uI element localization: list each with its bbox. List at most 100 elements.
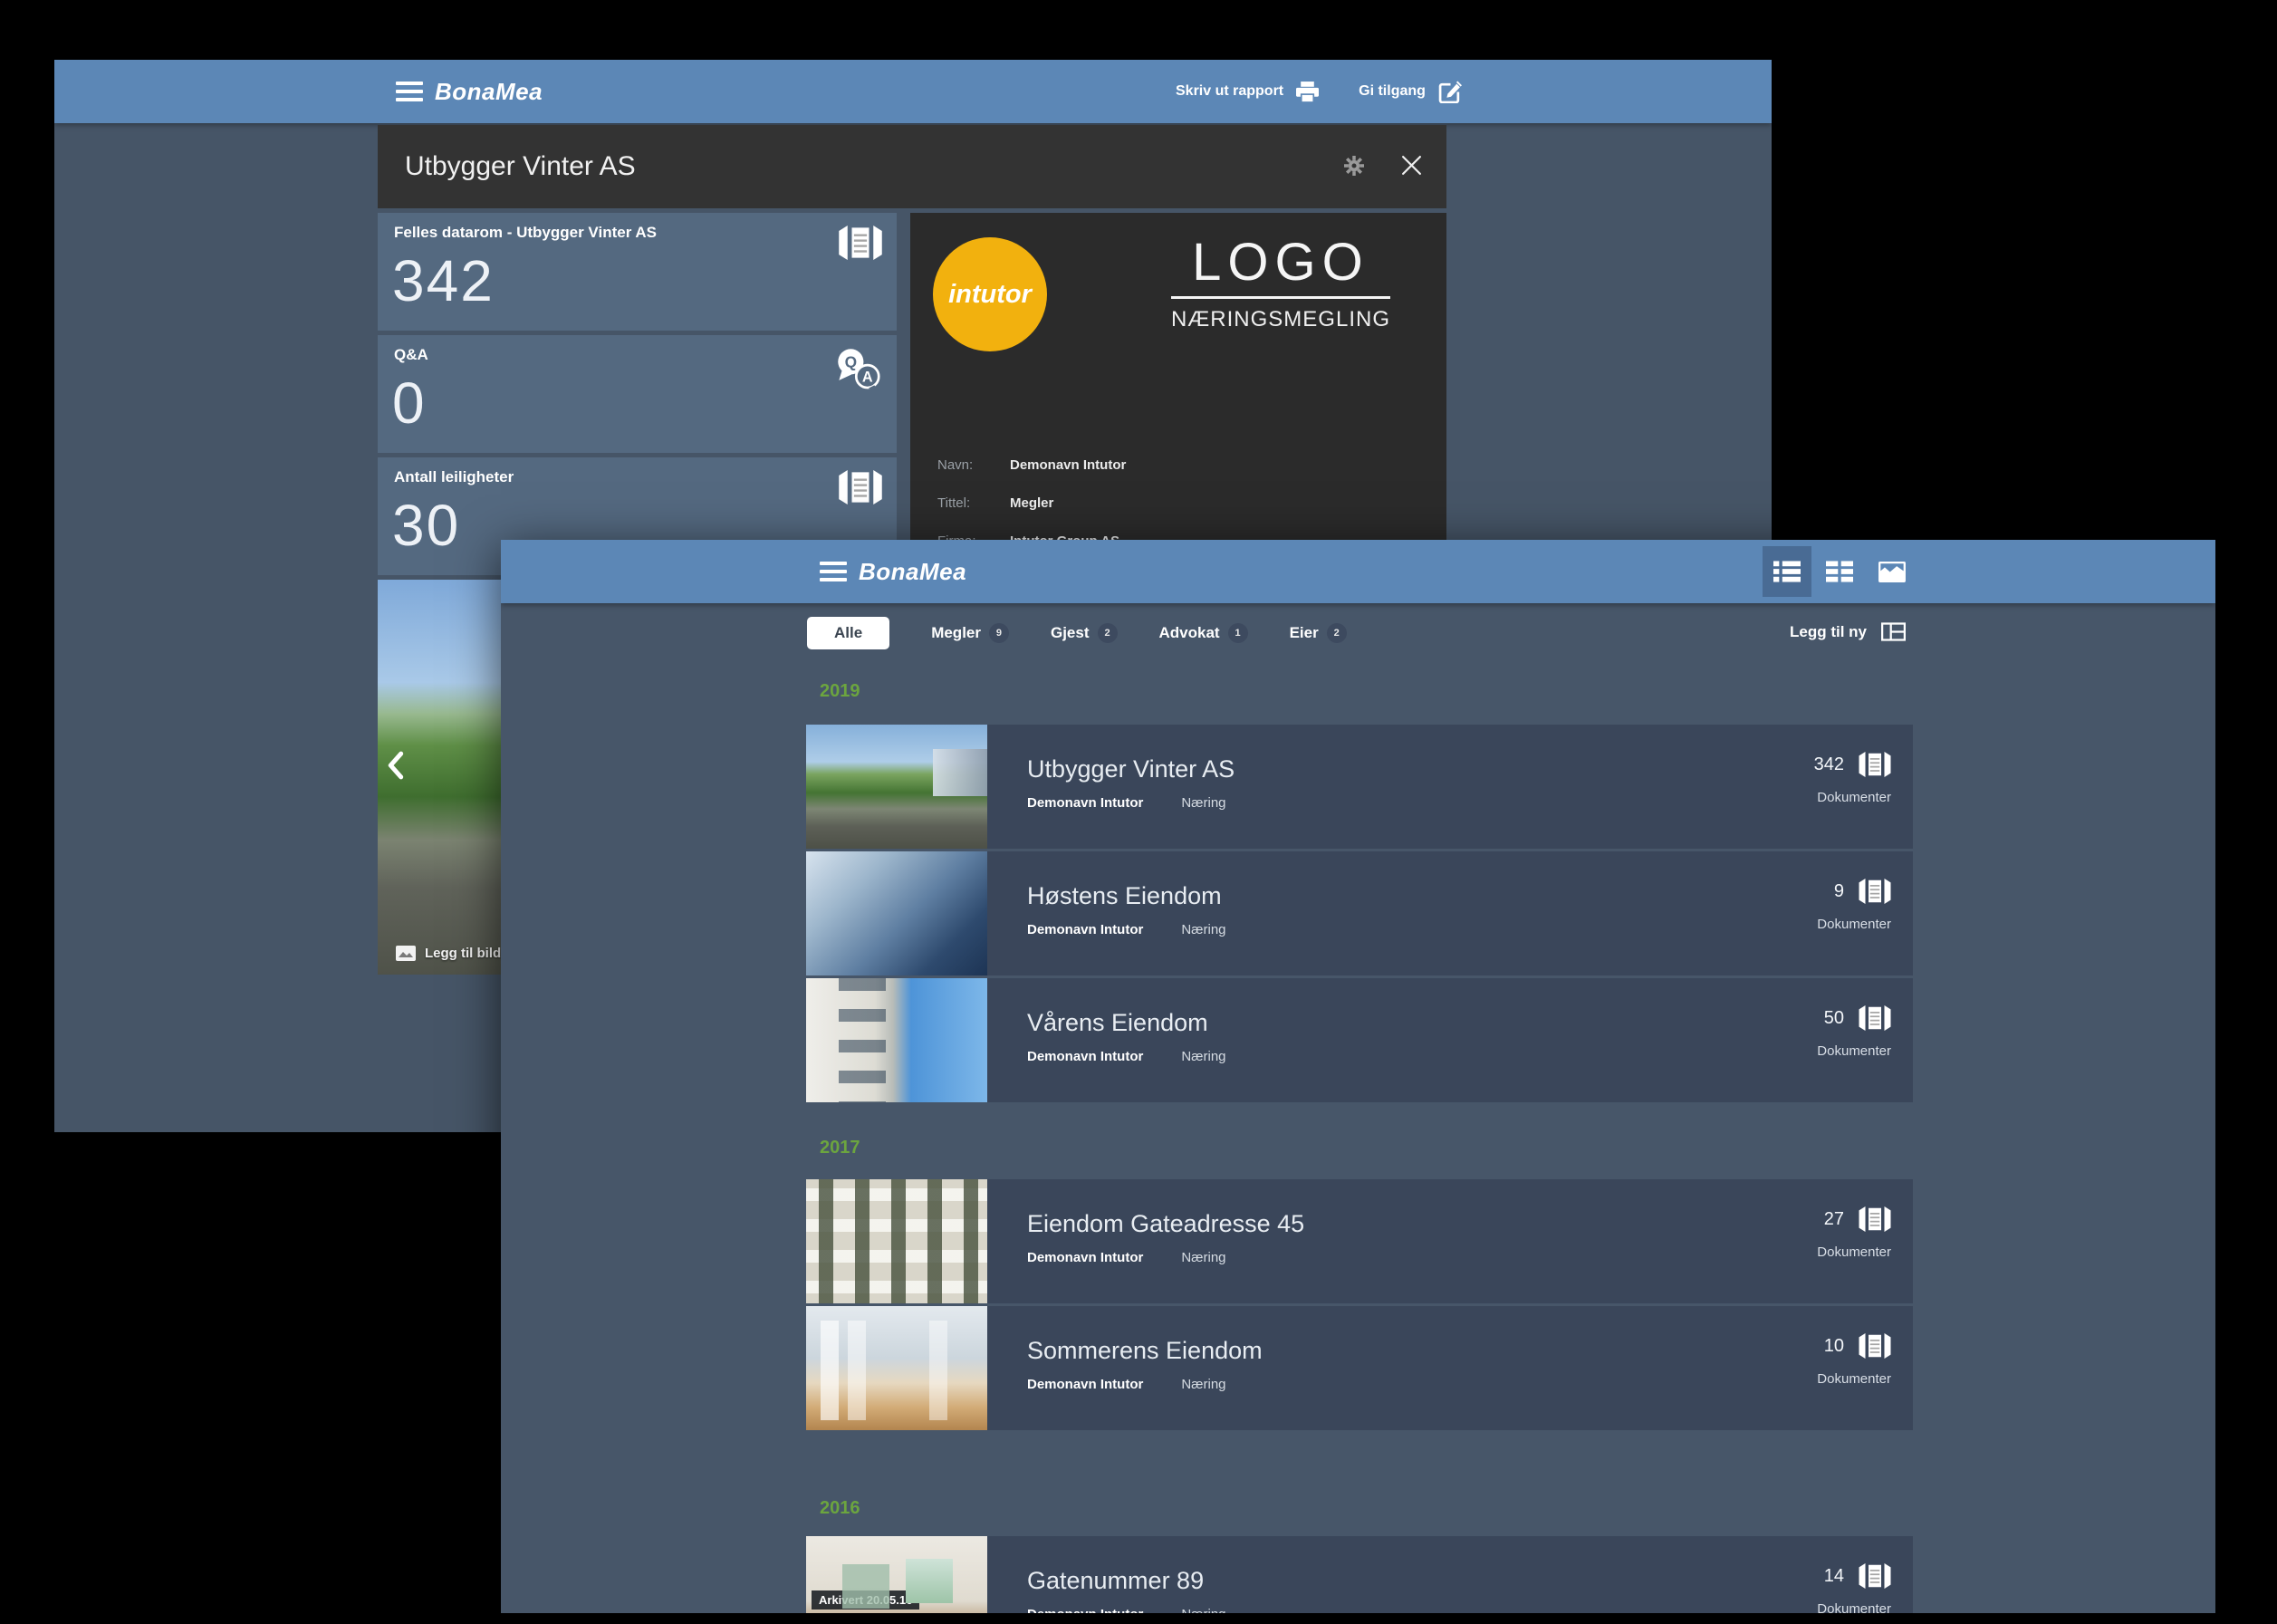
property-row[interactable]: Eiendom Gateadresse 45 Demonavn Intutor …: [806, 1179, 1913, 1303]
filter-eier[interactable]: Eier 2: [1290, 623, 1347, 643]
property-owner: Demonavn Intutor: [1027, 1607, 1143, 1613]
document-count-label: Dokumenter: [1817, 1601, 1891, 1613]
dataroom-icon: [1859, 1206, 1891, 1232]
property-row[interactable]: Utbygger Vinter AS Demonavn Intutor Næri…: [806, 725, 1913, 849]
dataroom-icon: [839, 470, 882, 509]
filter-label: Eier: [1290, 624, 1319, 642]
print-report-button[interactable]: Skriv ut rapport: [1176, 82, 1319, 102]
property-title: Eiendom Gateadresse 45: [1027, 1210, 1304, 1238]
stat-card-label: Q&A: [394, 346, 428, 364]
dataroom-icon: [839, 226, 882, 264]
property-row[interactable]: Vårens Eiendom Demonavn Intutor Næring 5…: [806, 978, 1913, 1102]
image-view-icon[interactable]: [1868, 546, 1917, 597]
stat-card-label: Antall leiligheter: [394, 468, 514, 486]
filter-count-badge: 2: [1098, 623, 1118, 643]
property-category: Næring: [1181, 1377, 1225, 1392]
intutor-logo-text: intutor: [948, 280, 1032, 310]
panes-icon: [1881, 622, 1906, 641]
document-count-label: Dokumenter: [1817, 1244, 1891, 1260]
property-owner: Demonavn Intutor: [1027, 795, 1143, 811]
document-count-block: 27 Dokumenter: [1714, 1179, 1913, 1303]
brand-logo: BonaMea: [435, 78, 543, 106]
modal-tools: [1344, 125, 1423, 208]
settings-gear-icon[interactable]: [1344, 156, 1364, 178]
front-app-bar: BonaMea: [501, 540, 2215, 603]
filter-count-badge: 1: [1228, 623, 1248, 643]
document-count-block: 14 Dokumenter: [1714, 1536, 1913, 1613]
property-modal-header: Utbygger Vinter AS: [378, 125, 1446, 208]
company-logo: LOGO NÆRINGSMEGLING: [1171, 236, 1390, 332]
print-report-label: Skriv ut rapport: [1176, 83, 1283, 100]
filter-label: Advokat: [1159, 624, 1220, 642]
front-window: BonaMea Alle Megler 9 Gjest 2 Advokat 1: [501, 540, 2215, 1613]
close-icon[interactable]: [1400, 154, 1423, 179]
photo-prev-chevron-icon[interactable]: [381, 750, 410, 783]
property-category: Næring: [1181, 795, 1225, 811]
dataroom-icon: [1859, 1005, 1891, 1031]
stat-card-dataroom[interactable]: Felles datarom - Utbygger Vinter AS 342: [378, 213, 897, 331]
filter-label: Gjest: [1051, 624, 1090, 642]
filter-count-badge: 9: [989, 623, 1009, 643]
filter-gjest[interactable]: Gjest 2: [1051, 623, 1118, 643]
modal-title: Utbygger Vinter AS: [405, 151, 636, 182]
property-owner: Demonavn Intutor: [1027, 922, 1143, 937]
brand-logo: BonaMea: [859, 558, 966, 586]
filter-bar: Alle Megler 9 Gjest 2 Advokat 1 Eier 2: [807, 617, 1347, 649]
document-count-block: 9 Dokumenter: [1714, 851, 1913, 975]
document-count: 342: [1814, 754, 1844, 775]
add-image-label: Legg til bilde: [425, 946, 509, 961]
property-thumbnail: [806, 851, 987, 975]
contact-label: Tittel:: [937, 495, 970, 511]
archived-badge: Arkivert 20.05.16: [812, 1590, 919, 1610]
stat-card-label: Felles datarom - Utbygger Vinter AS: [394, 224, 657, 242]
contact-row-title: Tittel: Megler: [937, 495, 1427, 523]
give-access-button[interactable]: Gi tilgang: [1359, 81, 1462, 103]
menu-icon[interactable]: [820, 562, 847, 581]
document-count: 14: [1824, 1566, 1844, 1587]
property-row[interactable]: Høstens Eiendom Demonavn Intutor Næring …: [806, 851, 1913, 975]
document-count: 9: [1834, 881, 1844, 902]
property-title: Sommerens Eiendom: [1027, 1337, 1263, 1365]
property-title: Gatenummer 89: [1027, 1567, 1204, 1595]
year-section-label: 2019: [820, 681, 860, 702]
property-owner: Demonavn Intutor: [1027, 1049, 1143, 1064]
menu-icon[interactable]: [396, 82, 423, 101]
property-category: Næring: [1181, 1049, 1225, 1064]
property-thumbnail: [806, 725, 987, 849]
company-logo-title: LOGO: [1171, 236, 1390, 299]
property-thumbnail: [806, 1179, 987, 1303]
property-row[interactable]: Arkivert 20.05.16 Gatenummer 89 Demonavn…: [806, 1536, 1913, 1613]
dataroom-icon: [1859, 1563, 1891, 1589]
dataroom-icon: [1859, 879, 1891, 904]
property-thumbnail: [806, 978, 987, 1102]
year-section-label: 2016: [820, 1498, 860, 1519]
contact-value: Demonavn Intutor: [1010, 457, 1126, 473]
property-category: Næring: [1181, 1250, 1225, 1265]
property-category: Næring: [1181, 1607, 1225, 1613]
property-title: Høstens Eiendom: [1027, 882, 1222, 910]
filter-advokat[interactable]: Advokat 1: [1159, 623, 1248, 643]
year-section-label: 2017: [820, 1138, 860, 1158]
add-image-button[interactable]: Legg til bilde: [390, 945, 514, 962]
document-count: 50: [1824, 1008, 1844, 1029]
filter-alle[interactable]: Alle: [807, 617, 889, 649]
stat-card-qa[interactable]: Q&A 0: [378, 335, 897, 453]
stat-card-value: 30: [392, 492, 460, 559]
image-icon: [396, 946, 416, 961]
add-new-button[interactable]: Legg til ny: [1784, 621, 1911, 642]
property-thumbnail: Arkivert 20.05.16: [806, 1536, 987, 1613]
document-count-block: 50 Dokumenter: [1714, 978, 1913, 1102]
stat-card-value: 342: [392, 247, 495, 314]
qa-bubbles-icon: [835, 348, 882, 396]
list-view-icon[interactable]: [1763, 546, 1811, 597]
desktop-background: BonaMea Skriv ut rapport Gi tilgang Utby…: [0, 0, 2277, 1624]
property-owner: Demonavn Intutor: [1027, 1250, 1143, 1265]
property-row[interactable]: Sommerens Eiendom Demonavn Intutor Nærin…: [806, 1306, 1913, 1430]
document-count-label: Dokumenter: [1817, 1043, 1891, 1059]
filter-count-badge: 2: [1327, 623, 1347, 643]
add-new-label: Legg til ny: [1790, 623, 1867, 641]
document-count-label: Dokumenter: [1817, 1371, 1891, 1387]
filter-megler[interactable]: Megler 9: [931, 623, 1009, 643]
grid-view-icon[interactable]: [1815, 546, 1864, 597]
contact-value: Megler: [1010, 495, 1053, 511]
